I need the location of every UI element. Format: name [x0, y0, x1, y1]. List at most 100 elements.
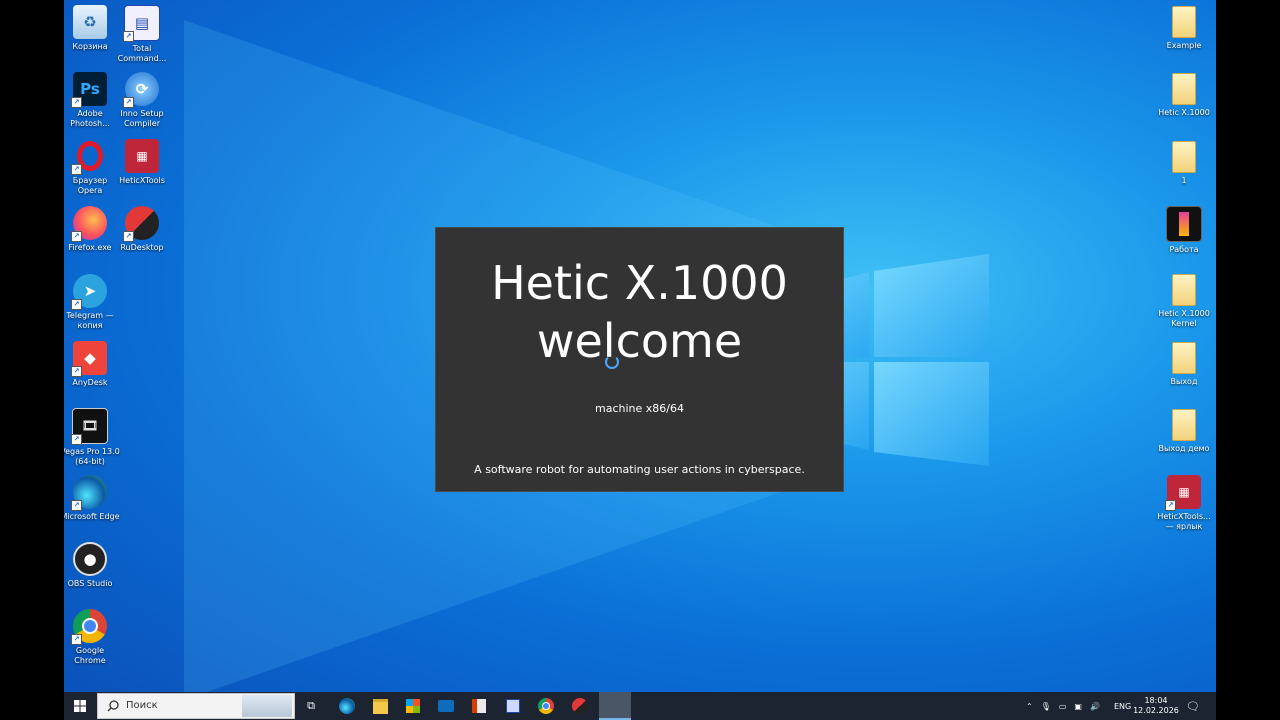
icon-label: Vegas Pro 13.0 (64-bit) [64, 447, 120, 466]
firefox-icon: ↗ [71, 206, 107, 242]
desktop-icon-vykhod-demo[interactable]: Выход демо [1154, 409, 1214, 454]
mail-icon [438, 700, 454, 712]
hetictools-icon: ▦ [125, 139, 159, 173]
vegas-icon: 🎞 ↗ [71, 408, 108, 445]
windows-icon [74, 700, 86, 712]
desktop-icon-obs[interactable]: ● OBS Studio [64, 542, 120, 589]
icon-label: Example [1166, 41, 1202, 50]
chrome-icon: ↗ [71, 609, 107, 645]
volume-icon[interactable]: 🔊 [1090, 702, 1100, 711]
device-icon[interactable]: ▭ [1059, 702, 1067, 711]
telegram-icon: ➤ ↗ [71, 274, 107, 310]
taskbar-active-app[interactable] [599, 692, 631, 720]
start-button[interactable] [64, 692, 96, 720]
desktop-icon-hetictools[interactable]: ▦ HeticXTools [112, 139, 172, 186]
language-indicator[interactable]: ENG [1114, 692, 1131, 720]
taskbar: Поиск ⧉ ⌃ 🎙 ▭ ▣ 🔊 ENG 18:04 12.02.2026 🗨 [64, 692, 1216, 720]
splash-welcome: welcome [536, 314, 743, 368]
taskbar-store[interactable] [400, 692, 426, 720]
icon-label: Google Chrome [74, 646, 106, 665]
total-commander-icon [506, 699, 520, 713]
network-icon[interactable]: ▣ [1074, 702, 1082, 711]
folder-icon [1172, 409, 1196, 441]
icon-label: OBS Studio [67, 579, 113, 588]
icon-label: AnyDesk [72, 378, 108, 387]
splash-machine: machine x86/64 [595, 402, 684, 415]
microphone-icon[interactable]: 🎙 [1041, 702, 1051, 711]
desktop-icon-telegram[interactable]: ➤ ↗ Telegram — копия [64, 274, 120, 331]
folder-icon [1172, 274, 1196, 306]
file-explorer-icon [372, 698, 388, 714]
hetictools-shortcut-icon: ▦ ↗ [1165, 475, 1201, 511]
desktop-icon-rudesktop[interactable]: ↗ RuDesktop [112, 206, 172, 253]
chrome-icon [538, 698, 554, 714]
desktop-icon-total-commander[interactable]: ▤ ↗ Total Command... [112, 5, 172, 64]
anydesk-icon: ◆ ↗ [71, 341, 107, 377]
search-placeholder: Поиск [126, 700, 158, 711]
folder-icon [1172, 141, 1196, 173]
icon-label: Microsoft Edge [64, 512, 120, 521]
photoshop-icon: Ps ↗ [71, 72, 107, 108]
splash-title: Hetic X.1000 [491, 256, 788, 310]
icon-label: Telegram — копия [66, 311, 114, 330]
rudesktop-icon [572, 698, 588, 714]
folder-icon [1172, 6, 1196, 38]
inno-setup-icon: ⟳ ↗ [123, 72, 159, 108]
clock-date: 12.02.2026 [1133, 706, 1179, 715]
desktop-icon-edge[interactable]: ↗ Microsoft Edge [64, 475, 120, 522]
icon-label: Hetic X.1000 Kernel [1158, 309, 1210, 328]
icon-label: Inno Setup Compiler [120, 109, 164, 128]
clock-time: 18:04 [1144, 696, 1168, 705]
notification-icon: 🗨 [1186, 699, 1200, 713]
desktop-icon-hetic-kernel[interactable]: Hetic X.1000 Kernel [1154, 274, 1214, 329]
desktop-icon-hetictools-shortcut[interactable]: ▦ ↗ HeticXTools... — ярлык [1154, 475, 1214, 532]
obs-icon: ● [73, 542, 107, 576]
desktop-icon-rabota[interactable]: Работа [1154, 206, 1214, 255]
edge-icon [339, 698, 355, 714]
desktop-icon-chrome[interactable]: ↗ Google Chrome [64, 609, 120, 666]
icon-label: Hetic X.1000 [1158, 108, 1210, 117]
desktop: ♻ Корзина ▤ ↗ Total Command... Ps ↗ Adobe … [64, 0, 1216, 720]
task-view-button[interactable]: ⧉ [300, 692, 322, 720]
icon-label: HeticXTools [119, 176, 165, 185]
desktop-icon-folder-1[interactable]: 1 [1154, 141, 1214, 186]
taskbar-chrome[interactable] [533, 692, 559, 720]
task-view-icon: ⧉ [307, 699, 315, 712]
busy-cursor-icon [605, 355, 619, 369]
desktop-icon-vykhod[interactable]: Выход [1154, 342, 1214, 387]
folder-icon [1172, 73, 1196, 105]
work-folder-icon [1166, 206, 1202, 242]
desktop-icon-inno-setup[interactable]: ⟳ ↗ Inno Setup Compiler [112, 72, 172, 129]
taskbar-total-commander[interactable] [500, 692, 526, 720]
icon-label: Выход демо [1158, 444, 1210, 453]
splash-tagline: A software robot for automating user act… [474, 463, 805, 476]
search-icon [107, 700, 119, 712]
taskbar-rudesktop[interactable] [567, 692, 593, 720]
opera-icon: ↗ [71, 139, 107, 175]
store-icon [406, 699, 420, 713]
total-commander-icon: ▤ ↗ [123, 5, 160, 42]
search-box[interactable]: Поиск [97, 693, 295, 719]
icon-label: 1 [1181, 176, 1187, 185]
desktop-icon-vegas[interactable]: 🎞 ↗ Vegas Pro 13.0 (64-bit) [64, 408, 120, 467]
desktop-icon-anydesk[interactable]: ◆ ↗ AnyDesk [64, 341, 120, 388]
taskbar-mail[interactable] [433, 692, 459, 720]
clock[interactable]: 18:04 12.02.2026 [1133, 692, 1179, 720]
notifications-button[interactable]: 🗨 [1186, 692, 1200, 720]
taskbar-office[interactable] [466, 692, 492, 720]
desktop-icon-example[interactable]: Example [1154, 6, 1214, 51]
chevron-up-icon[interactable]: ⌃ [1026, 702, 1033, 711]
taskbar-file-explorer[interactable] [367, 692, 393, 720]
rudesktop-icon: ↗ [123, 206, 159, 242]
icon-label: Работа [1169, 245, 1199, 254]
taskbar-edge[interactable] [334, 692, 360, 720]
folder-icon [1172, 342, 1196, 374]
icon-label: Выход [1170, 377, 1198, 386]
icon-label: RuDesktop [120, 243, 164, 252]
desktop-icon-hetic-x1000[interactable]: Hetic X.1000 [1154, 73, 1214, 118]
office-icon [472, 699, 486, 713]
splash-window: Hetic X.1000 welcome machine x86/64 A so… [435, 227, 844, 492]
icon-label: HeticXTools... — ярлык [1157, 512, 1211, 531]
recycle-bin-icon: ♻ [73, 5, 107, 39]
search-highlight-image [242, 695, 292, 717]
